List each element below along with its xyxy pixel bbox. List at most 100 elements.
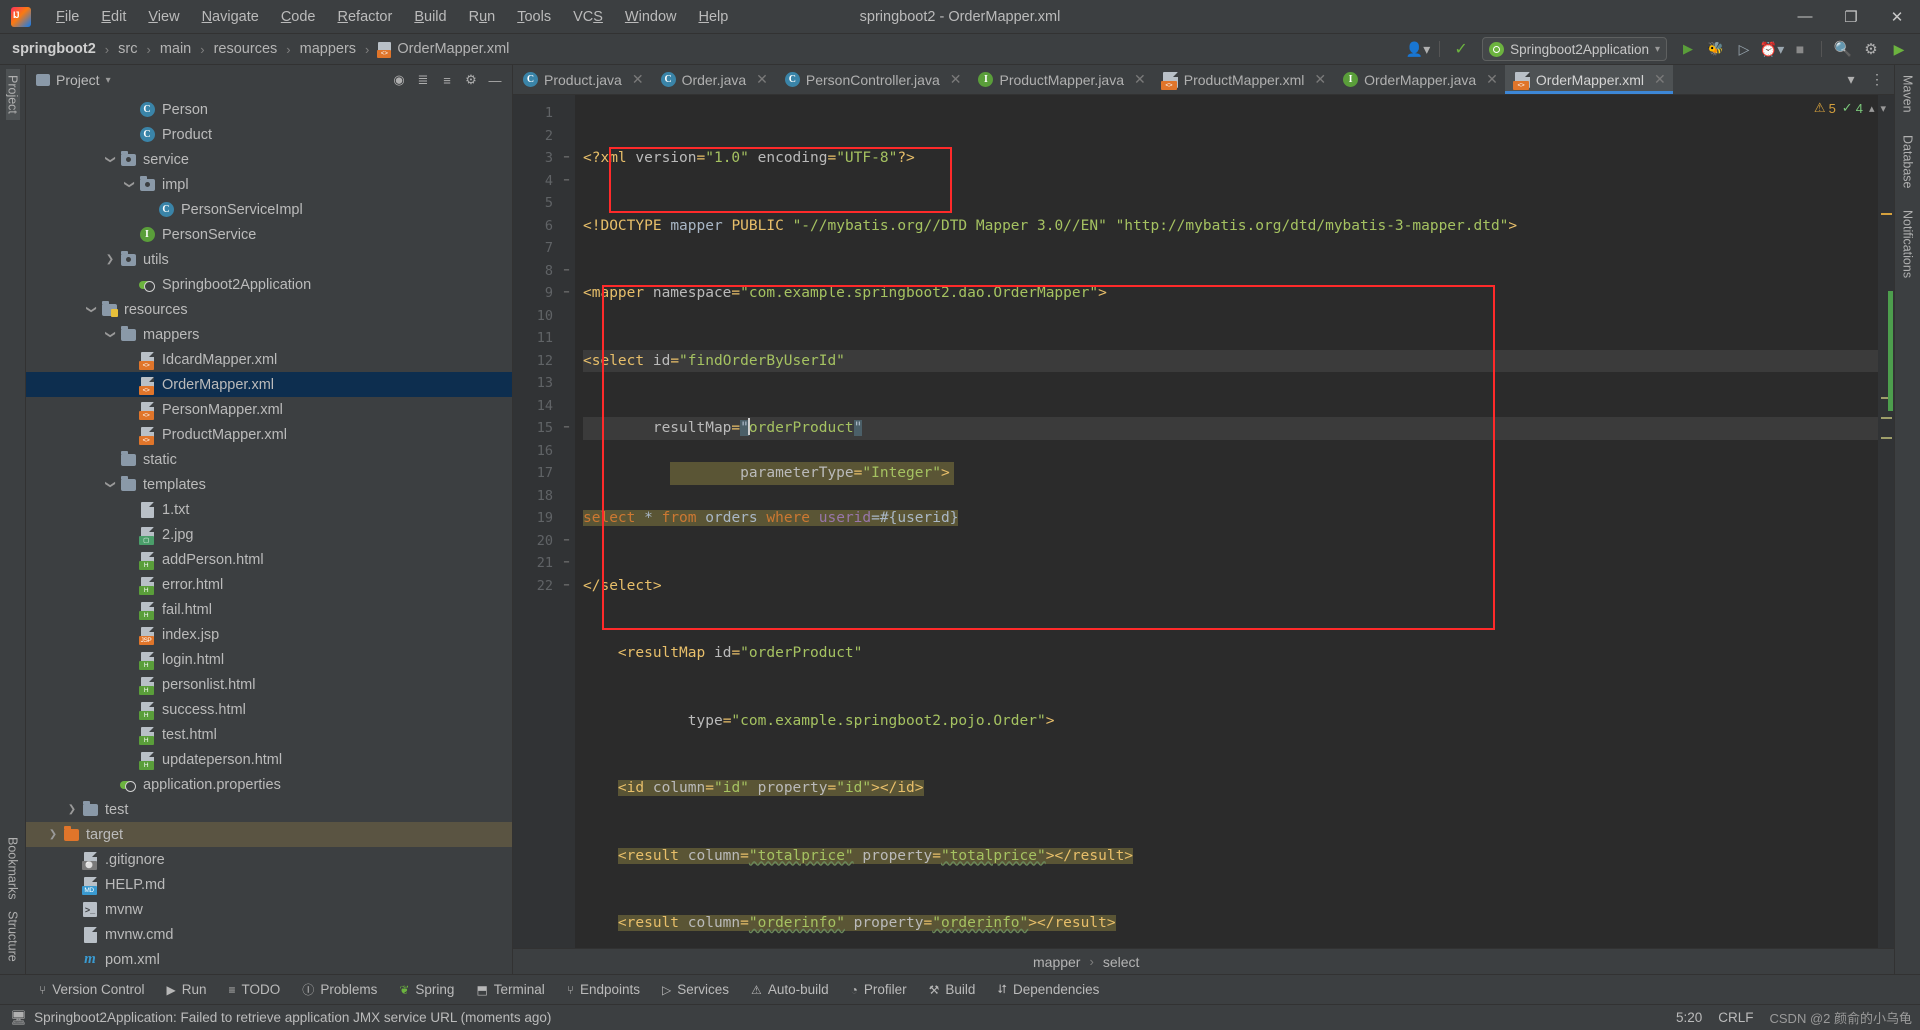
warning-marker[interactable] xyxy=(1881,213,1892,215)
tree-node[interactable]: ❯ templates xyxy=(26,472,512,497)
gutter-line[interactable]: 20− xyxy=(513,530,575,553)
tree-node[interactable]: <> PersonMapper.xml xyxy=(26,397,512,422)
gutter-line[interactable]: 14 xyxy=(513,395,575,418)
typo-count[interactable]: ✓ 4 xyxy=(1842,100,1863,116)
tool-window-services[interactable]: ▷ Services xyxy=(651,982,740,997)
rail-item-notifications[interactable]: Notifications xyxy=(1901,204,1915,284)
menu-item-navigate[interactable]: Navigate xyxy=(191,6,270,28)
line-separator[interactable]: CRLF xyxy=(1718,1010,1753,1025)
gutter-line[interactable]: 2 xyxy=(513,125,575,148)
tree-node[interactable]: <> OrderMapper.xml xyxy=(26,372,512,397)
fold-toggle-icon[interactable]: − xyxy=(561,557,572,569)
minimize-button[interactable]: — xyxy=(1782,0,1828,33)
editor-tab-productmapper-java[interactable]: I ProductMapper.java ✕ xyxy=(968,65,1152,94)
gutter-line[interactable]: 12 xyxy=(513,350,575,373)
warning-count[interactable]: ⚠ 5 xyxy=(1814,100,1836,116)
fold-toggle-icon[interactable]: − xyxy=(561,152,572,164)
chevron-down-icon[interactable]: ❯ xyxy=(86,302,97,318)
gutter-line[interactable]: 13 xyxy=(513,372,575,395)
chevron-up-icon[interactable]: ▴ xyxy=(1869,102,1875,115)
tree-node[interactable]: C Person xyxy=(26,97,512,122)
chevron-right-icon[interactable]: ❯ xyxy=(64,804,80,815)
tree-node[interactable]: C Product xyxy=(26,122,512,147)
tree-node[interactable]: HaddPerson.html xyxy=(26,547,512,572)
locate-icon[interactable]: ◉ xyxy=(388,69,410,91)
tool-window-terminal[interactable]: ⬒ Terminal xyxy=(465,982,555,997)
editor-tab-ordermapper-java[interactable]: I OrderMapper.java ✕ xyxy=(1333,65,1505,94)
fold-toggle-icon[interactable]: − xyxy=(561,535,572,547)
gutter-line[interactable]: 17 xyxy=(513,462,575,485)
rail-item-bookmarks[interactable]: Bookmarks xyxy=(6,831,20,906)
gutter-line[interactable]: 9− xyxy=(513,282,575,305)
tree-node[interactable]: application.properties xyxy=(26,772,512,797)
tree-node[interactable]: C PersonServiceImpl xyxy=(26,197,512,222)
tree-node[interactable]: Htest.html xyxy=(26,722,512,747)
tree-node[interactable]: MD HELP.md xyxy=(26,872,512,897)
chevron-right-icon[interactable]: ❯ xyxy=(45,829,61,840)
tool-window-problems[interactable]: Ⓘ Problems xyxy=(291,981,388,998)
tab-options-icon[interactable]: ⋮ xyxy=(1864,68,1890,92)
gutter-line[interactable]: 16 xyxy=(513,440,575,463)
menu-item-build[interactable]: Build xyxy=(403,6,457,28)
tree-node[interactable]: Hsuccess.html xyxy=(26,697,512,722)
tree-node[interactable]: ▢ 2.jpg xyxy=(26,522,512,547)
tool-window-build[interactable]: ⚒ Build xyxy=(918,982,987,997)
fold-toggle-icon[interactable]: − xyxy=(561,265,572,277)
tool-window-dependencies[interactable]: ⮃ Dependencies xyxy=(986,982,1110,997)
caret-position[interactable]: 5:20 xyxy=(1676,1010,1702,1025)
line-number-gutter[interactable]: 1 2 3−4−5 6 7 8−9−10 11 12 13 14 15−16 17 18 19 20−21−… xyxy=(513,95,575,948)
maximize-button[interactable]: ❐ xyxy=(1828,0,1874,33)
close-icon[interactable]: ✕ xyxy=(1314,71,1326,88)
typo-marker[interactable] xyxy=(1881,437,1892,439)
expand-all-icon[interactable]: ≣ xyxy=(412,69,434,91)
tree-node[interactable]: ❯ target xyxy=(26,822,512,847)
gear-icon[interactable]: ⚙ xyxy=(460,69,482,91)
close-icon[interactable]: ✕ xyxy=(632,71,644,88)
rail-item-database[interactable]: Database xyxy=(1901,129,1915,195)
chevron-right-icon[interactable]: ❯ xyxy=(102,254,118,265)
gutter-line[interactable]: 3− xyxy=(513,147,575,170)
breadcrumb-item-resources[interactable]: resources xyxy=(214,41,278,57)
gutter-line[interactable]: 21− xyxy=(513,552,575,575)
menu-item-run[interactable]: Run xyxy=(458,6,507,28)
editor-breadcrumb-item-select[interactable]: select xyxy=(1103,954,1140,970)
profiler-button[interactable]: ⏰▾ xyxy=(1759,37,1785,61)
fold-toggle-icon[interactable]: − xyxy=(561,580,572,592)
tree-node[interactable]: Hfail.html xyxy=(26,597,512,622)
editor-breadcrumb-item-mapper[interactable]: mapper xyxy=(1033,954,1080,970)
tree-node[interactable]: ❯ resources xyxy=(26,297,512,322)
tree-node[interactable]: ❯ mappers xyxy=(26,322,512,347)
chevron-down-icon[interactable]: ❯ xyxy=(105,327,116,343)
close-icon[interactable]: ✕ xyxy=(1486,71,1498,88)
chevron-down-icon[interactable]: ▾ xyxy=(106,75,111,86)
breadcrumb-item-springboot2[interactable]: springboot2 xyxy=(12,41,96,57)
typo-marker[interactable] xyxy=(1881,417,1892,419)
rail-item-maven[interactable]: Maven xyxy=(1901,69,1915,119)
tree-node[interactable]: <> ProductMapper.xml xyxy=(26,422,512,447)
editor-tab-productmapper-xml[interactable]: <> ProductMapper.xml ✕ xyxy=(1153,65,1333,94)
gutter-line[interactable]: 4− xyxy=(513,170,575,193)
tree-node[interactable]: static xyxy=(26,447,512,472)
updates-button[interactable]: ▶ xyxy=(1886,37,1912,61)
editor-tab-product-java[interactable]: C Product.java ✕ xyxy=(513,65,651,94)
tree-node[interactable]: I PersonService xyxy=(26,222,512,247)
tree-node[interactable]: 1.txt xyxy=(26,497,512,522)
hide-icon[interactable]: — xyxy=(484,69,506,91)
breadcrumb-item-main[interactable]: main xyxy=(160,41,191,57)
fold-toggle-icon[interactable]: − xyxy=(561,287,572,299)
gutter-line[interactable]: 8− xyxy=(513,260,575,283)
tree-node[interactable]: >_ mvnw xyxy=(26,897,512,922)
tree-node[interactable]: mvnw.cmd xyxy=(26,922,512,947)
tree-node[interactable]: Herror.html xyxy=(26,572,512,597)
menu-item-refactor[interactable]: Refactor xyxy=(327,6,404,28)
tree-node[interactable]: ⚪ .gitignore xyxy=(26,847,512,872)
gutter-line[interactable]: 18 xyxy=(513,485,575,508)
run-configuration-selector[interactable]: Springboot2Application ▾ xyxy=(1482,37,1667,61)
tree-node[interactable]: Hlogin.html xyxy=(26,647,512,672)
gutter-line[interactable]: 5 xyxy=(513,192,575,215)
search-button[interactable]: 🔍 xyxy=(1830,37,1856,61)
tool-window-todo[interactable]: ≡ TODO xyxy=(218,982,292,997)
code-content[interactable]: <?xml version="1.0" encoding="UTF-8"?> <… xyxy=(575,95,1878,948)
chevron-down-icon[interactable]: ❯ xyxy=(105,477,116,493)
tool-window-auto-build[interactable]: ⚠ Auto-build xyxy=(740,982,840,997)
